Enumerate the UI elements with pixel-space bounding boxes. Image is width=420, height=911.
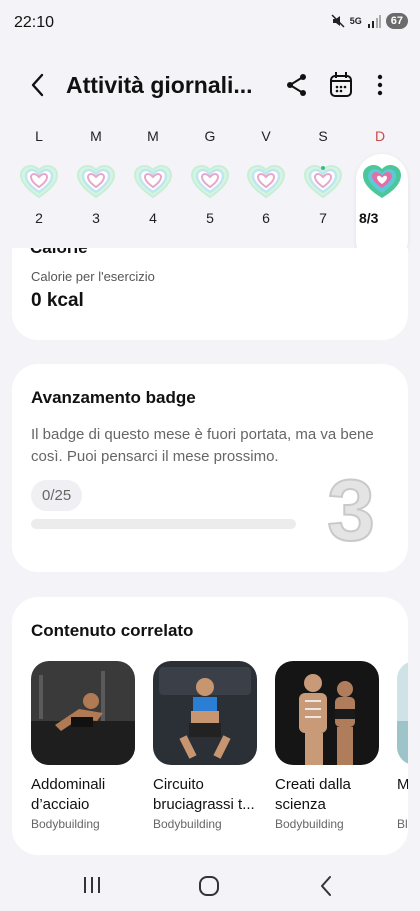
- day-letter: L: [35, 128, 43, 144]
- day-letter: G: [204, 128, 216, 144]
- related-item-3-title[interactable]: Creati dalla scienza: [275, 775, 383, 815]
- related-item-2-category: Bodybuilding: [153, 817, 222, 831]
- mute-icon: [331, 14, 345, 28]
- heart-ring-icon: [19, 164, 59, 199]
- related-content-card: Contenuto correlato Addominali d’acciaio…: [12, 597, 408, 855]
- day-number: 5: [206, 210, 214, 226]
- day-number: 8/3: [359, 210, 379, 226]
- badge-count: 0/25: [31, 480, 83, 511]
- calorie-card-title: Calorie: [30, 248, 88, 258]
- back-arrow-icon[interactable]: [24, 72, 54, 98]
- home-icon[interactable]: [198, 875, 220, 897]
- nav-back-icon[interactable]: [318, 875, 334, 897]
- day-letter: M: [90, 128, 102, 144]
- heart-ring-today-icon: [363, 165, 401, 198]
- day-wednesday[interactable]: M 4: [130, 126, 176, 226]
- day-letter: V: [261, 128, 271, 144]
- badge-description: Il badge di questo mese è fuori portata,…: [31, 426, 374, 465]
- day-number: 4: [149, 210, 157, 226]
- day-number: 7: [319, 210, 327, 226]
- related-item-1-image[interactable]: [31, 661, 135, 765]
- day-letter: M: [147, 128, 159, 144]
- day-letter: S: [318, 128, 328, 144]
- status-time: 22:10: [14, 14, 55, 31]
- page-title: Attività giornali...: [66, 72, 253, 98]
- day-sunday[interactable]: D: [357, 126, 403, 146]
- badge-number-icon: 3: [326, 472, 376, 548]
- related-item-3-image[interactable]: [275, 661, 379, 765]
- share-icon[interactable]: [284, 72, 310, 98]
- related-item-3-category: Bodybuilding: [275, 817, 344, 831]
- battery-level: 67: [385, 13, 408, 29]
- calorie-value: 0 kcal: [31, 290, 84, 311]
- calorie-subtitle: Calorie per l'esercizio: [31, 269, 155, 284]
- day-friday[interactable]: V 6: [243, 126, 289, 226]
- signal-icon: [367, 14, 381, 28]
- related-item-2-title[interactable]: Circuito bruciagrassi t...: [153, 775, 261, 815]
- day-thursday[interactable]: G 5: [187, 126, 233, 226]
- day-saturday[interactable]: S 7: [300, 126, 346, 226]
- related-item-1-category: Bodybuilding: [31, 817, 100, 831]
- badge-title: Avanzamento badge: [31, 388, 196, 407]
- badge-progress-bar: [31, 519, 296, 529]
- heart-ring-icon: [190, 164, 230, 199]
- calorie-card[interactable]: Calorie Calorie per l'esercizio 0 kcal: [12, 248, 408, 340]
- system-nav-bar: [0, 858, 420, 911]
- week-selector: L 2 M 3 M 4 G 5 V 6 S 7 D 8/3: [0, 126, 420, 266]
- status-bar: 22:10 5G 67: [0, 0, 420, 46]
- day-letter: D: [374, 128, 386, 144]
- day-number: 3: [92, 210, 100, 226]
- recents-icon[interactable]: [82, 876, 102, 894]
- related-item-4-title[interactable]: M de: [397, 775, 408, 795]
- heart-ring-icon: [303, 164, 343, 199]
- related-item-2-image[interactable]: [153, 661, 257, 765]
- calendar-icon[interactable]: [328, 71, 354, 99]
- day-number: 6: [262, 210, 270, 226]
- network-type: 5G: [349, 15, 362, 26]
- badge-card[interactable]: Avanzamento badge Il badge di questo mes…: [12, 364, 408, 572]
- related-item-4-image[interactable]: [397, 661, 408, 765]
- day-tuesday[interactable]: M 3: [73, 126, 119, 226]
- day-number: 2: [35, 210, 43, 226]
- heart-ring-icon: [76, 164, 116, 199]
- badge-digit: 3: [327, 472, 375, 548]
- app-header: Attività giornali...: [0, 60, 420, 110]
- related-item-4-category: Bl: [397, 817, 408, 831]
- heart-ring-icon: [246, 164, 286, 199]
- day-monday[interactable]: L 2: [16, 126, 62, 226]
- related-item-1-title[interactable]: Addominali d’acciaio: [31, 775, 139, 815]
- more-vert-icon[interactable]: [370, 72, 390, 98]
- heart-ring-icon: [133, 164, 173, 199]
- related-title: Contenuto correlato: [31, 621, 194, 640]
- status-icons: 5G 67: [331, 13, 408, 29]
